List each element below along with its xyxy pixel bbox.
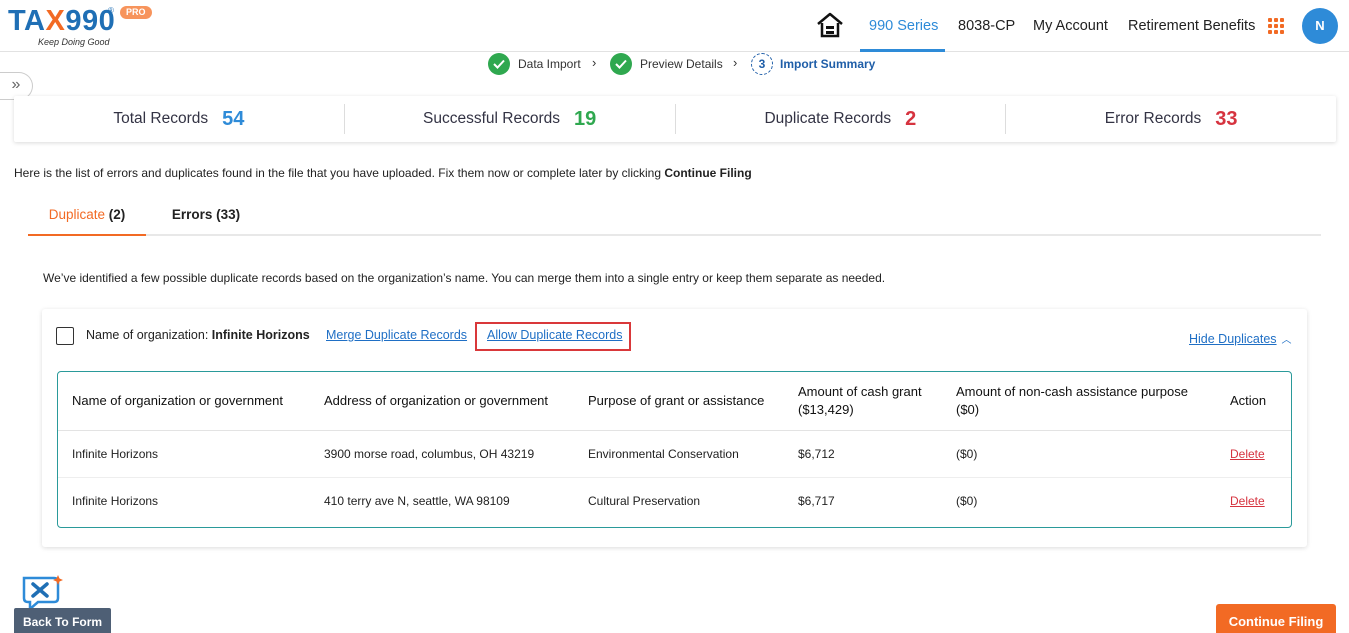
tab-label: Duplicate — [48, 207, 105, 222]
logo-text-x: X — [45, 5, 66, 37]
step-label: Data Import — [518, 57, 581, 71]
col-noncash-total: ($0) — [956, 401, 980, 417]
nav-990-series[interactable]: 990 Series — [869, 0, 938, 52]
col-cash-grant-label: Amount of cash grant — [798, 383, 922, 399]
home-icon[interactable] — [816, 12, 844, 38]
table-row: Infinite Horizons 410 terry ave N, seatt… — [58, 477, 1291, 524]
col-noncash-label: Amount of non-cash assistance purpose — [956, 383, 1188, 399]
cell-action: Delete — [1216, 430, 1291, 478]
chevron-up-icon: ︿ — [1281, 335, 1292, 346]
cell-action: Delete — [1216, 477, 1291, 524]
logo-registered-mark: ® — [108, 6, 114, 15]
hide-duplicates-toggle[interactable]: Hide Duplicates ︿ — [1189, 331, 1292, 346]
cell-org-name: Infinite Horizons — [58, 430, 310, 478]
cell-purpose: Environmental Conservation — [574, 430, 784, 478]
nav-active-indicator — [860, 49, 945, 52]
cell-purpose: Cultural Preservation — [588, 493, 701, 508]
stat-duplicate-records: Duplicate Records 2 — [676, 104, 1007, 134]
tab-duplicate[interactable]: Duplicate (2) — [28, 198, 146, 236]
cell-cash: $6,712 — [784, 430, 942, 478]
tab-count: (2) — [108, 207, 126, 222]
org-name-value: Infinite Horizons — [211, 328, 310, 342]
back-to-form-button[interactable]: Back To Form — [14, 608, 111, 633]
stat-value: 33 — [1215, 107, 1238, 130]
col-action: Action — [1216, 372, 1291, 431]
col-org-name: Name of organization or government — [58, 372, 310, 431]
cell-noncash: ($0) — [956, 493, 978, 508]
stat-label: Successful Records — [423, 110, 560, 127]
logo-text-ta: TA — [8, 5, 46, 37]
logo-tagline: Keep Doing Good — [38, 37, 110, 47]
stat-total-records: Total Records 54 — [14, 104, 345, 134]
stat-label: Error Records — [1104, 110, 1202, 127]
delete-link[interactable]: Delete — [1230, 494, 1265, 508]
intro-bold: Continue Filing — [664, 166, 752, 180]
stat-label: Duplicate Records — [764, 110, 892, 127]
step-number-badge: 3 — [751, 53, 773, 75]
check-circle-icon — [610, 53, 632, 75]
cell-address: 3900 morse road, columbus, OH 43219 — [310, 430, 574, 478]
group-select-checkbox[interactable] — [56, 327, 74, 345]
chevron-right-icon: › — [592, 55, 597, 70]
col-noncash: Amount of non-cash assistance purpose ($… — [942, 372, 1216, 431]
stat-successful-records: Successful Records 19 — [345, 104, 676, 134]
stat-value: 19 — [573, 107, 597, 130]
col-cash-grant: Amount of cash grant ($13,429) — [784, 372, 942, 431]
cell-noncash: ($0) — [942, 430, 1216, 478]
apps-grid-icon[interactable] — [1268, 18, 1284, 34]
records-summary-bar: Total Records 54 Successful Records 19 D… — [14, 96, 1336, 142]
col-purpose: Purpose of grant or assistance — [574, 372, 784, 431]
col-cash-grant-total: ($13,429) — [798, 401, 854, 417]
stat-label: Total Records — [113, 110, 209, 127]
allow-duplicate-records-link[interactable]: Allow Duplicate Records — [487, 328, 622, 342]
nav-my-account[interactable]: My Account — [1033, 0, 1108, 52]
import-stepper: Data Import › Preview Details › 3 Import… — [0, 53, 1349, 75]
logo-pro-badge: PRO — [120, 6, 152, 19]
duplicates-table: Name of organization or government Addre… — [57, 371, 1292, 528]
step-label: Import Summary — [780, 57, 876, 71]
organization-name-label: Name of organization: Infinite Horizons — [86, 328, 310, 342]
cell-cash: $6,717 — [798, 493, 835, 508]
merge-duplicate-records-link[interactable]: Merge Duplicate Records — [326, 328, 467, 342]
record-tabs: Duplicate (2) Errors (33) — [28, 198, 1321, 236]
top-header: TAX990 ® PRO Keep Doing Good 990 Series … — [0, 0, 1349, 52]
logo-wordmark: TAX990 — [8, 4, 115, 38]
table-row: Infinite Horizons 3900 morse road, colum… — [58, 430, 1291, 478]
hide-duplicates-label: Hide Duplicates — [1189, 332, 1277, 346]
continue-filing-button[interactable]: Continue Filing — [1216, 604, 1336, 633]
step-label: Preview Details — [640, 57, 723, 71]
step-preview-details: Preview Details — [610, 53, 723, 75]
duplicate-group-card: Name of organization: Infinite Horizons … — [42, 309, 1307, 547]
cell-address: 410 terry ave N, seattle, WA 98109 — [324, 493, 510, 508]
intro-body: Here is the list of errors and duplicate… — [14, 166, 665, 180]
org-label-text: Name of organization: — [86, 328, 209, 342]
nav-8038-cp[interactable]: 8038-CP — [958, 0, 1015, 52]
double-chevron-right-icon: » — [11, 76, 21, 93]
tab-errors[interactable]: Errors (33) — [158, 198, 254, 236]
stat-value: 54 — [222, 107, 245, 130]
user-avatar[interactable]: N — [1302, 8, 1338, 44]
duplicate-info-message: We’ve identified a few possible duplicat… — [43, 271, 886, 285]
cell-org-name: Infinite Horizons — [72, 493, 159, 508]
delete-link[interactable]: Delete — [1230, 447, 1265, 461]
chevron-right-icon: › — [733, 55, 738, 70]
intro-text: Here is the list of errors and duplicate… — [14, 166, 752, 180]
table-header-row: Name of organization or government Addre… — [58, 372, 1291, 431]
step-data-import: Data Import — [488, 53, 581, 75]
stat-value: 2 — [905, 107, 917, 130]
col-address: Address of organization or government — [310, 372, 574, 431]
check-circle-icon — [488, 53, 510, 75]
step-import-summary: 3 Import Summary — [751, 53, 875, 75]
tax990-logo[interactable]: TAX990 ® PRO Keep Doing Good — [8, 4, 158, 48]
nav-retirement-benefits[interactable]: Retirement Benefits — [1128, 0, 1255, 52]
stat-error-records: Error Records 33 — [1006, 104, 1336, 134]
